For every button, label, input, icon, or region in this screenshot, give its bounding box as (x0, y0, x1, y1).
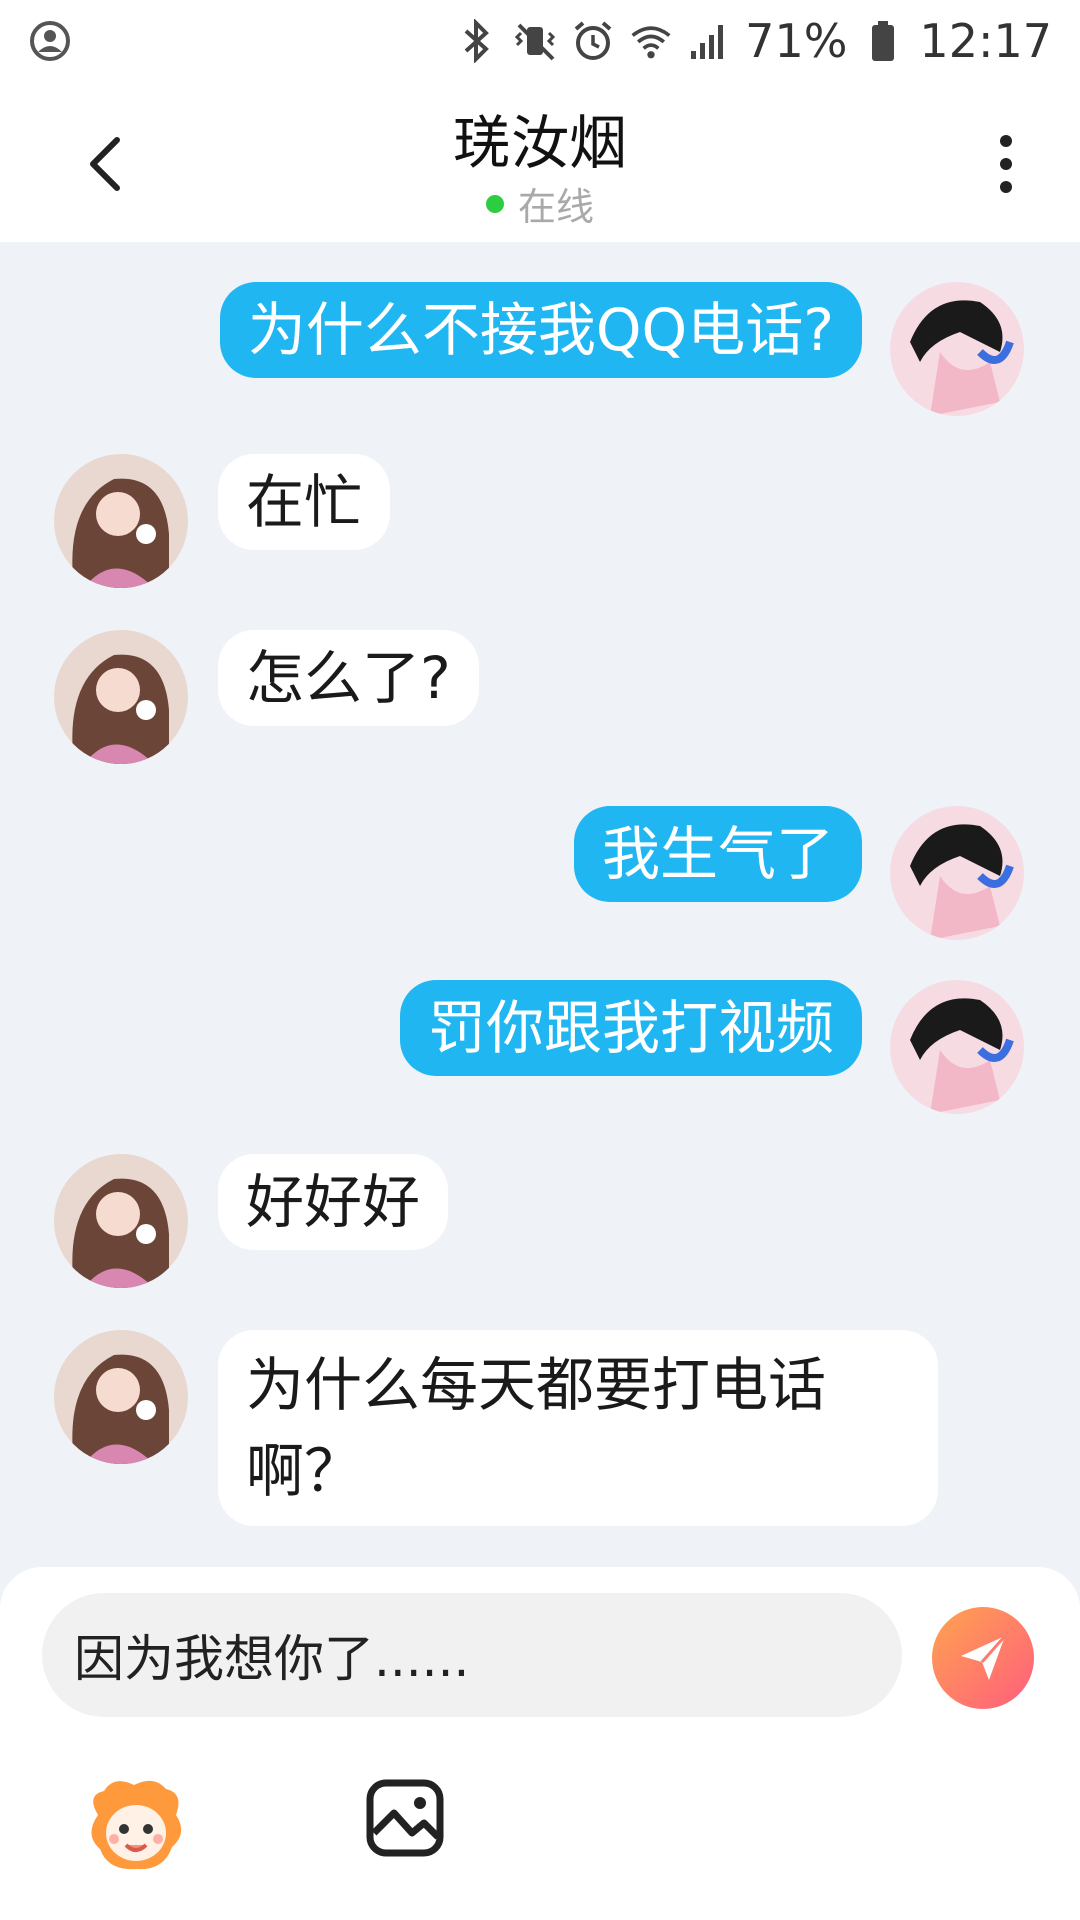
my-avatar[interactable] (890, 806, 1024, 940)
incoming-message-bubble[interactable]: 怎么了? (218, 630, 479, 726)
outgoing-message-bubble[interactable]: 为什么不接我QQ电话? (219, 282, 862, 378)
profile-icon (28, 19, 72, 63)
message-row: 好好好 (0, 1154, 1080, 1294)
contact-name: 琷汝烟 (452, 109, 627, 177)
status-bar: 71% 12:17 (0, 0, 1080, 82)
online-status-label: 在线 (517, 185, 594, 229)
emoji-button[interactable] (84, 1775, 188, 1875)
outgoing-message-bubble[interactable]: 罚你跟我打视频 (399, 980, 862, 1076)
message-list[interactable]: 为什么不接我QQ电话? 在忙 怎么了? 我生气了 罚你跟我打视频 好好好 为什么… (0, 242, 1080, 1567)
online-dot-icon (485, 194, 504, 213)
message-row: 在忙 (0, 454, 1080, 594)
message-row: 怎么了? (0, 630, 1080, 770)
battery-percent: 71% (745, 14, 848, 68)
contact-avatar[interactable] (54, 1330, 188, 1464)
contact-avatar[interactable] (54, 454, 188, 588)
image-button[interactable] (364, 1777, 446, 1859)
incoming-message-bubble[interactable]: 在忙 (218, 454, 391, 550)
send-icon (961, 1635, 1007, 1680)
vibrate-icon (513, 19, 557, 63)
message-input[interactable]: 因为我想你了...... (42, 1593, 902, 1717)
alarm-icon (571, 19, 615, 63)
chat-header: 琷汝烟 在线 (0, 82, 1080, 242)
send-button[interactable] (932, 1607, 1034, 1709)
message-composer: 因为我想你了...... (0, 1567, 1080, 1920)
more-options-button[interactable] (976, 124, 1036, 204)
bluetooth-icon (455, 19, 499, 63)
message-row: 我生气了 (0, 806, 1080, 946)
message-row: 为什么每天都要打电话啊？ (0, 1330, 1080, 1530)
battery-icon (861, 19, 905, 63)
emoji-sticker-icon (91, 1780, 182, 1870)
my-avatar[interactable] (890, 282, 1024, 416)
incoming-message-bubble[interactable]: 好好好 (218, 1154, 449, 1250)
signal-icon (687, 19, 731, 63)
image-icon (366, 1779, 444, 1857)
wifi-icon (629, 19, 673, 63)
online-status: 在线 (0, 176, 1080, 231)
contact-avatar[interactable] (54, 1154, 188, 1288)
my-avatar[interactable] (890, 980, 1024, 1114)
contact-avatar[interactable] (54, 630, 188, 764)
clock: 12:17 (919, 14, 1052, 68)
incoming-message-bubble[interactable]: 为什么每天都要打电话啊？ (218, 1330, 938, 1526)
outgoing-message-bubble[interactable]: 我生气了 (573, 806, 862, 902)
message-row: 罚你跟我打视频 (0, 980, 1080, 1120)
message-row: 为什么不接我QQ电话? (0, 282, 1080, 422)
more-vertical-icon (1000, 135, 1012, 193)
